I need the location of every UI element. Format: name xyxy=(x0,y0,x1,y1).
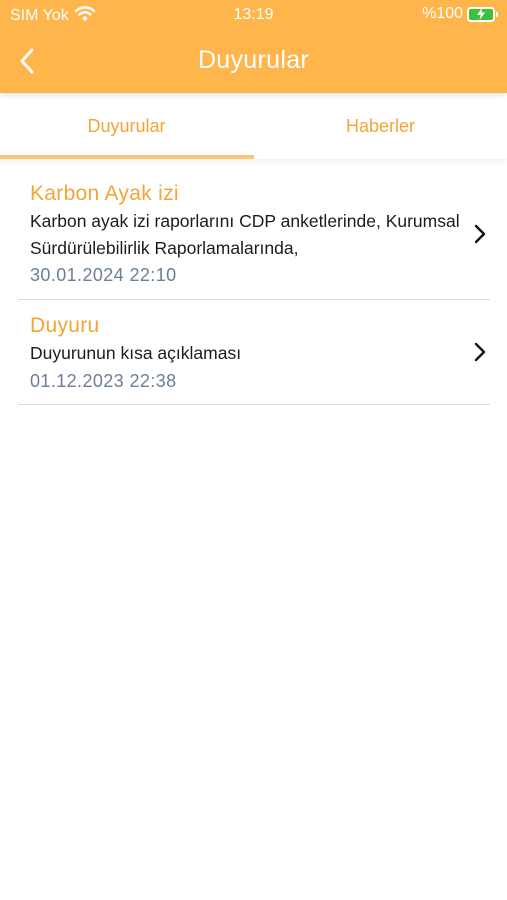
active-tab-indicator xyxy=(0,155,254,159)
page-title: Duyurular xyxy=(197,46,310,74)
status-right: %100 xyxy=(422,5,498,23)
battery-charging-icon xyxy=(467,6,498,22)
list-item[interactable]: Duyuru Duyurunun kısa açıklaması 01.12.2… xyxy=(18,300,490,405)
announcement-list: Karbon Ayak izi Karbon ayak izi raporlar… xyxy=(18,172,490,405)
battery-label: %100 xyxy=(422,5,463,22)
item-description: Duyurunun kısa açıklaması xyxy=(30,343,242,363)
item-title: Karbon Ayak izi xyxy=(30,182,179,205)
tab-bar: Duyurular Haberler xyxy=(0,93,507,159)
item-date: 30.01.2024 22:10 xyxy=(30,265,177,285)
announcements-screen: SIM Yok 13:19 %100 Duyurular Duyurular H… xyxy=(0,0,507,900)
status-bar: SIM Yok 13:19 %100 xyxy=(0,0,507,30)
item-title: Duyuru xyxy=(30,314,100,337)
item-date: 01.12.2023 22:38 xyxy=(30,371,177,391)
tab-duyurular[interactable]: Duyurular xyxy=(0,93,253,159)
chevron-right-icon xyxy=(474,342,486,362)
tab-haberler[interactable]: Haberler xyxy=(254,93,507,159)
header: SIM Yok 13:19 %100 Duyurular xyxy=(0,0,507,93)
chevron-right-icon xyxy=(474,224,486,244)
list-item[interactable]: Karbon Ayak izi Karbon ayak izi raporlar… xyxy=(18,172,490,300)
item-description: Karbon ayak izi raporlarını CDP anketler… xyxy=(30,211,460,258)
